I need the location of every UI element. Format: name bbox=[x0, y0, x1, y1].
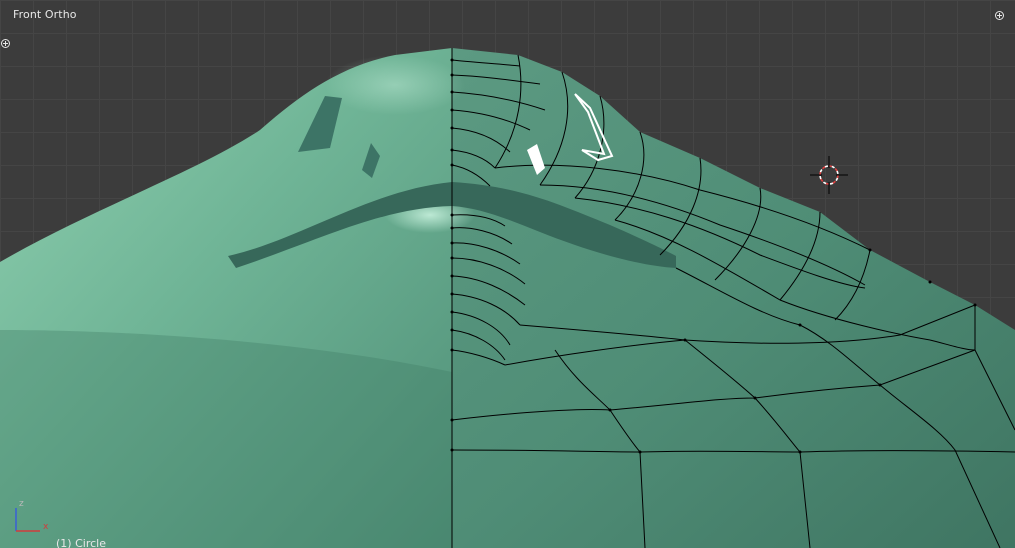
3d-cursor-icon[interactable] bbox=[810, 156, 848, 194]
view-name-label: Front Ortho bbox=[13, 8, 77, 21]
mesh-highlight bbox=[325, 55, 465, 115]
mesh-scene[interactable]: z x bbox=[0, 0, 1015, 548]
tool-shelf-toggle-plus-icon[interactable] bbox=[1, 39, 10, 48]
active-object-label: (1) Circle bbox=[56, 537, 106, 548]
properties-toggle-plus-icon[interactable] bbox=[995, 11, 1004, 20]
mesh-shadow bbox=[0, 330, 452, 548]
z-axis-label: z bbox=[19, 499, 24, 509]
x-axis-label: x bbox=[43, 522, 49, 532]
3d-viewport[interactable]: z x Front Ortho (1) Circle bbox=[0, 0, 1015, 548]
